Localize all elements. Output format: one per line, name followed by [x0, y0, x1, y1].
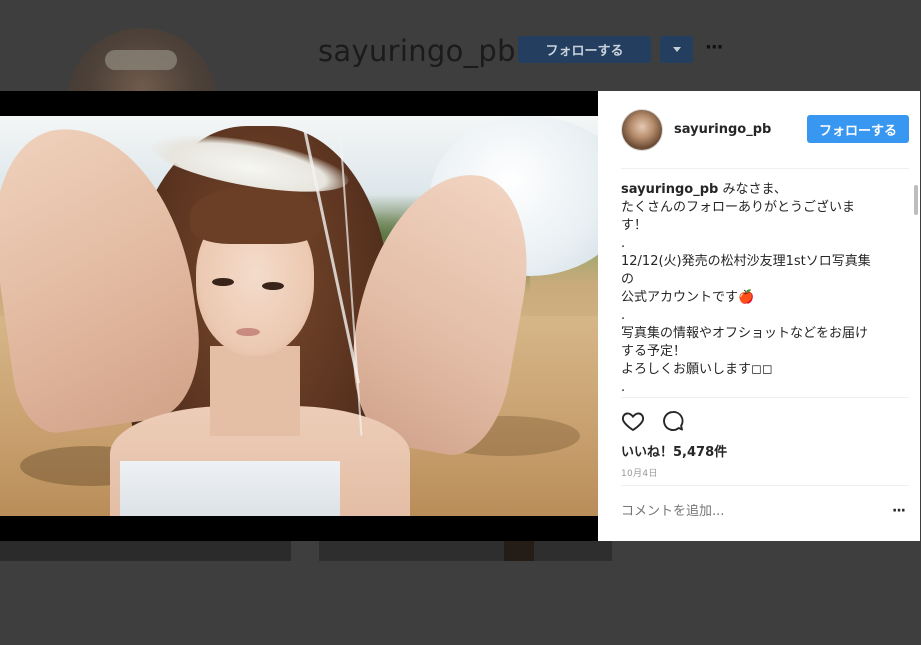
heart-icon[interactable]	[621, 409, 645, 435]
post-date: 10月4日	[621, 469, 658, 479]
post-caption: sayuringo_pb みなさま、 たくさんのフォローありがとうございま す！…	[621, 181, 897, 391]
post-header: sayuringo_pb フォローする	[598, 91, 920, 169]
follow-button[interactable]: フォローする	[807, 115, 909, 143]
post-media	[0, 91, 598, 541]
post-username[interactable]: sayuringo_pb	[674, 122, 771, 137]
profile-username: sayuringo_pb	[318, 34, 516, 68]
profile-dropdown-button[interactable]	[660, 36, 693, 63]
divider	[621, 397, 909, 398]
caption-username[interactable]: sayuringo_pb	[621, 182, 718, 197]
divider	[621, 168, 909, 169]
comment-input[interactable]	[621, 504, 871, 519]
avatar[interactable]	[621, 109, 663, 151]
grid-thumbnail[interactable]	[0, 540, 291, 561]
more-icon[interactable]: ···	[892, 503, 906, 519]
grid-thumbnail[interactable]	[319, 540, 612, 561]
caption-text: みなさま、 たくさんのフォローありがとうございま す！ . 12/12(火)発売…	[621, 182, 871, 391]
post-side-panel: sayuringo_pb フォローする sayuringo_pb みなさま、 た…	[598, 91, 920, 541]
divider	[621, 485, 909, 486]
post-modal: sayuringo_pb フォローする sayuringo_pb みなさま、 た…	[0, 91, 920, 541]
post-photo[interactable]	[0, 116, 598, 516]
profile-more-icon[interactable]: ···	[705, 37, 723, 58]
caption-scrollbar[interactable]	[914, 185, 918, 215]
comment-icon[interactable]	[661, 409, 685, 435]
likes-count[interactable]: いいね！5,478件	[621, 441, 727, 460]
chevron-down-icon	[672, 47, 681, 52]
post-actions	[621, 409, 685, 435]
profile-follow-button[interactable]: フォローする	[518, 36, 651, 63]
